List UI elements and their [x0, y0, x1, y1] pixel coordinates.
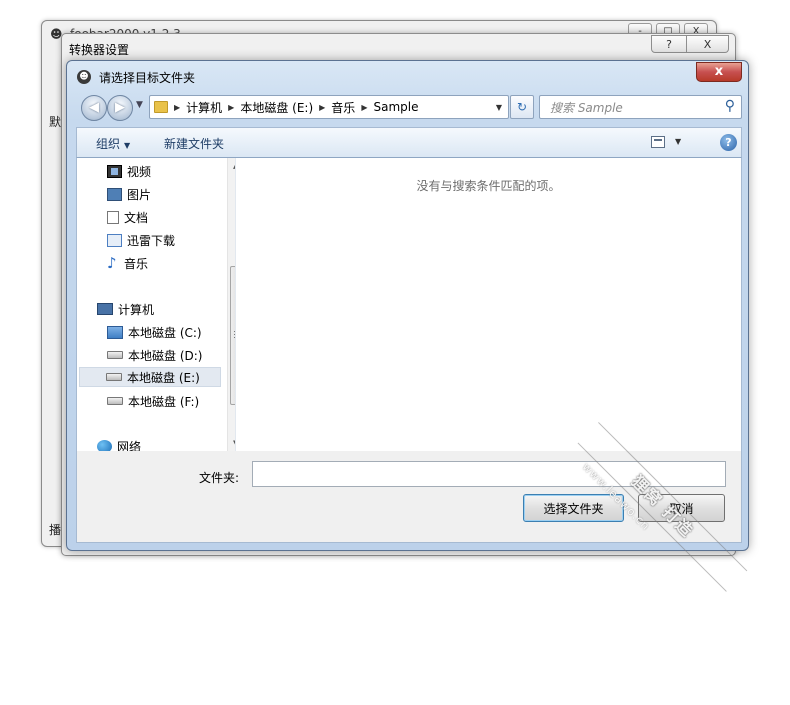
- video-library-icon: [107, 164, 122, 178]
- nav-item-label: 音乐: [124, 256, 149, 271]
- nav-item-documents[interactable]: 文档: [107, 207, 148, 227]
- breadcrumb-separator-icon[interactable]: ▶: [361, 103, 367, 112]
- background-side-label: 播: [49, 523, 62, 537]
- navigation-pane: 视频 图片 文档 迅雷下载 ♪ 音乐 计算机 本地磁盘 (C:) 本地磁盘 (D…: [76, 158, 235, 451]
- system-drive-icon: [107, 325, 123, 339]
- breadcrumb-separator-icon[interactable]: ▶: [319, 103, 325, 112]
- nav-item-drive-f[interactable]: 本地磁盘 (F:): [107, 391, 199, 411]
- search-input[interactable]: [548, 100, 718, 116]
- breadcrumb-separator-icon[interactable]: ▶: [228, 103, 234, 112]
- breadcrumb-computer[interactable]: 计算机: [186, 99, 222, 116]
- music-note-icon: ♪: [107, 253, 117, 272]
- computer-icon: [97, 303, 113, 315]
- dialog-footer: 文件夹: 选择文件夹 取消: [76, 451, 742, 543]
- select-folder-dialog: ☻ 请选择目标文件夹 x ◀ ▶ ▼ ▶ 计算机 ▶ 本地磁盘 (E:) ▶ 音…: [66, 60, 749, 551]
- dialog-app-icon: ☻: [77, 70, 91, 84]
- settings-window-title: 转换器设置: [69, 43, 130, 57]
- nav-item-label: 本地磁盘 (E:): [127, 370, 200, 385]
- nav-item-music[interactable]: ♪ 音乐: [107, 253, 148, 273]
- folder-field-label: 文件夹:: [199, 471, 240, 485]
- nav-item-videos[interactable]: 视频: [107, 161, 151, 181]
- download-folder-icon: [107, 233, 122, 247]
- nav-item-label: 计算机: [118, 302, 155, 317]
- file-list-pane[interactable]: 没有与搜索条件匹配的项。: [235, 158, 742, 451]
- nav-item-label: 迅雷下载: [127, 233, 176, 248]
- forward-button[interactable]: ▶: [107, 95, 133, 121]
- view-options-icon[interactable]: [651, 136, 665, 148]
- nav-item-label: 本地磁盘 (D:): [128, 348, 203, 363]
- command-bar: 组织 ▼ 新建文件夹 ▼ ?: [76, 127, 742, 158]
- chevron-down-icon: ▼: [124, 141, 131, 150]
- breadcrumb-separator-icon[interactable]: ▶: [174, 103, 180, 112]
- picture-library-icon: [107, 187, 122, 201]
- help-icon[interactable]: ?: [720, 134, 737, 151]
- breadcrumb-sample[interactable]: Sample: [373, 100, 418, 114]
- new-folder-button[interactable]: 新建文件夹: [164, 135, 224, 152]
- nav-item-label: 本地磁盘 (F:): [128, 394, 200, 409]
- nav-item-drive-e[interactable]: 本地磁盘 (E:): [79, 367, 221, 387]
- nav-item-downloads[interactable]: 迅雷下载: [107, 230, 175, 250]
- address-bar[interactable]: ▶ 计算机 ▶ 本地磁盘 (E:) ▶ 音乐 ▶ Sample ▼: [149, 95, 509, 119]
- folder-icon: [154, 101, 168, 113]
- document-library-icon: [107, 210, 119, 224]
- recent-locations-chevron-icon[interactable]: ▼: [136, 100, 143, 110]
- background-side-label: 默: [49, 115, 62, 129]
- dialog-title: 请选择目标文件夹: [99, 71, 196, 85]
- nav-item-drive-c[interactable]: 本地磁盘 (C:): [107, 322, 202, 342]
- hard-drive-icon: [107, 397, 123, 405]
- breadcrumb-music[interactable]: 音乐: [331, 99, 355, 116]
- hard-drive-icon: [106, 373, 122, 381]
- nav-item-label: 文档: [124, 210, 149, 225]
- refresh-button[interactable]: ↻: [510, 95, 534, 119]
- back-button[interactable]: ◀: [81, 95, 107, 121]
- settings-window-controls: ? X: [651, 35, 729, 53]
- empty-results-message: 没有与搜索条件匹配的项。: [416, 179, 561, 193]
- organize-label: 组织: [96, 137, 121, 151]
- nav-item-computer[interactable]: 计算机: [97, 299, 154, 319]
- breadcrumb-drive-e[interactable]: 本地磁盘 (E:): [240, 99, 313, 116]
- cancel-button[interactable]: 取消: [638, 494, 725, 522]
- hard-drive-icon: [107, 351, 123, 359]
- search-box[interactable]: ⚲: [539, 95, 742, 119]
- select-folder-button[interactable]: 选择文件夹: [523, 494, 624, 522]
- nav-item-label: 图片: [127, 187, 152, 202]
- network-globe-icon: [97, 439, 112, 451]
- nav-pane-scrollbar[interactable]: ▲ ▼: [227, 158, 235, 451]
- help-button[interactable]: ?: [651, 35, 687, 53]
- nav-item-network[interactable]: 网络: [97, 436, 141, 451]
- nav-item-label: 视频: [127, 164, 152, 179]
- nav-item-drive-d[interactable]: 本地磁盘 (D:): [107, 345, 202, 365]
- search-icon[interactable]: ⚲: [725, 98, 735, 114]
- folder-name-input[interactable]: [252, 461, 726, 487]
- view-options-chevron-icon[interactable]: ▼: [675, 137, 681, 146]
- organize-menu[interactable]: 组织 ▼: [96, 135, 130, 152]
- dialog-close-button[interactable]: x: [696, 62, 742, 82]
- nav-item-pictures[interactable]: 图片: [107, 184, 151, 204]
- settings-close-button[interactable]: X: [687, 35, 729, 53]
- nav-item-label: 本地磁盘 (C:): [128, 325, 202, 340]
- address-dropdown-chevron-icon[interactable]: ▼: [496, 103, 502, 112]
- nav-item-label: 网络: [117, 439, 142, 452]
